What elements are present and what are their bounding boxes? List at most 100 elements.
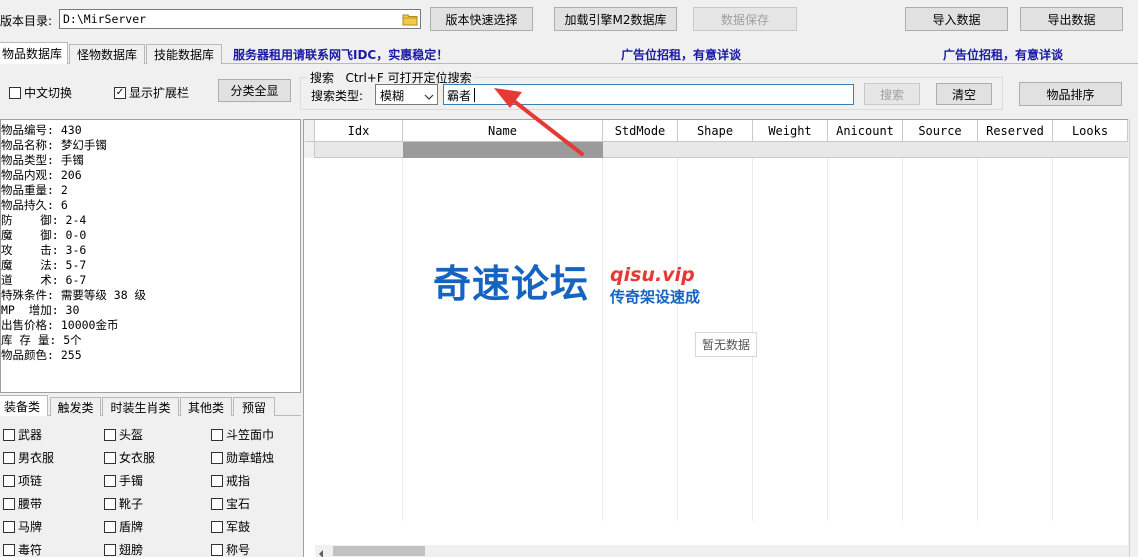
checkbox-box <box>3 451 15 464</box>
checkbox-box <box>3 428 15 441</box>
category-checkbox[interactable]: 女衣服 <box>104 449 155 466</box>
category-checkbox[interactable]: 男衣服 <box>3 449 54 466</box>
category-checkbox[interactable]: 项链 <box>3 472 42 489</box>
column-header-anicount[interactable]: Anicount <box>828 120 903 142</box>
item-sort-button[interactable]: 物品排序 <box>1019 82 1122 106</box>
text-caret <box>474 88 475 102</box>
checkbox-box <box>3 543 15 556</box>
info-line: 防 御: 2-4 <box>1 213 87 227</box>
column-header-source[interactable]: Source <box>903 120 978 142</box>
export-data-button[interactable]: 导出数据 <box>1020 7 1123 31</box>
tab-other[interactable]: 其他类 <box>180 397 232 416</box>
column-header-weight[interactable]: Weight <box>753 120 828 142</box>
category-label: 斗笠面巾 <box>226 428 275 442</box>
category-checkbox[interactable]: 斗笠面巾 <box>211 426 274 443</box>
column-header-looks[interactable]: Looks <box>1053 120 1128 142</box>
column-separator <box>827 158 828 521</box>
category-checkbox[interactable]: 头盔 <box>104 426 143 443</box>
chinese-switch-checkbox[interactable]: 中文切换 <box>9 84 72 101</box>
category-checkbox[interactable]: 翅膀 <box>104 541 143 557</box>
info-line: 物品类型: 手镯 <box>1 153 84 167</box>
info-line: 道 术: 6-7 <box>1 273 87 287</box>
annotation-arrow-icon <box>494 88 584 156</box>
column-header-idx[interactable]: Idx <box>315 120 403 142</box>
folder-icon[interactable] <box>402 12 418 26</box>
checkbox-box <box>211 543 223 556</box>
category-checkbox[interactable]: 毒符 <box>3 541 42 557</box>
column-separator <box>677 158 678 521</box>
ad-text-2: 广告位招租，有意详谈 <box>621 48 742 62</box>
tab-monster-db[interactable]: 怪物数据库 <box>69 44 145 64</box>
horizontal-scrollbar[interactable] <box>315 545 1128 557</box>
category-checkbox[interactable]: 宝石 <box>211 495 250 512</box>
dir-input-value: D:\MirServer <box>63 12 147 26</box>
category-checkbox[interactable]: 盾牌 <box>104 518 143 535</box>
checkbox-box <box>3 520 15 533</box>
column-header-stdmode[interactable]: StdMode <box>603 120 678 142</box>
checkbox-box <box>104 520 116 533</box>
category-all-button[interactable]: 分类全显 <box>218 79 291 102</box>
tab-trigger[interactable]: 触发类 <box>50 397 101 416</box>
category-label: 盾牌 <box>119 520 144 534</box>
search-input-value: 霸者 <box>447 89 472 103</box>
category-label: 女衣服 <box>119 451 156 465</box>
info-line: 攻 击: 3-6 <box>1 243 87 257</box>
check-icon: ✓ <box>114 86 126 99</box>
watermark-domain: qisu.vip <box>610 264 695 286</box>
category-checkbox[interactable]: 戒指 <box>211 472 250 489</box>
import-data-button[interactable]: 导入数据 <box>905 7 1008 31</box>
checkbox-box <box>104 451 116 464</box>
load-db-button[interactable]: 加载引擎M2数据库 <box>554 7 677 31</box>
grid-empty-text: 暂无数据 <box>695 332 758 357</box>
show-ext-checkbox[interactable]: ✓ 显示扩展栏 <box>114 84 189 101</box>
save-data-button[interactable]: 数据保存 <box>693 7 797 31</box>
category-checkbox[interactable]: 腰带 <box>3 495 42 512</box>
info-line: 物品编号: 430 <box>1 123 82 137</box>
category-label: 手镯 <box>119 474 144 488</box>
tab-fashion-zodiac[interactable]: 时装生肖类 <box>102 397 179 416</box>
info-line: 魔 法: 5-7 <box>1 258 87 272</box>
scrollbar-thumb[interactable] <box>333 546 425 556</box>
category-checkbox[interactable]: 军鼓 <box>211 518 250 535</box>
tab-item-db[interactable]: 物品数据库 <box>0 42 68 64</box>
checkbox-box <box>3 474 15 487</box>
category-label: 戒指 <box>226 474 251 488</box>
category-label: 翅膀 <box>119 543 144 557</box>
category-label: 靴子 <box>119 497 144 511</box>
category-checkbox[interactable]: 武器 <box>3 426 42 443</box>
column-separator <box>402 158 403 521</box>
category-checkbox[interactable]: 靴子 <box>104 495 143 512</box>
category-checkbox[interactable]: 称号 <box>211 541 250 557</box>
clear-button[interactable]: 清空 <box>936 83 992 105</box>
checkbox-box <box>104 428 116 441</box>
category-label: 武器 <box>18 428 43 442</box>
category-label: 头盔 <box>119 428 144 442</box>
checkbox-box <box>3 497 15 510</box>
chevron-down-icon <box>424 90 434 104</box>
info-line: 出售价格: 10000金币 <box>1 318 119 332</box>
info-line: MP 增加: 30 <box>1 303 80 317</box>
ad-text-1: 服务器租用请联系网飞IDC，实惠稳定！ <box>233 48 449 62</box>
quick-select-button[interactable]: 版本快速选择 <box>430 7 533 31</box>
search-type-select[interactable]: 模糊 <box>375 84 438 105</box>
dir-input[interactable]: D:\MirServer <box>59 9 421 29</box>
search-button[interactable]: 搜索 <box>864 83 920 105</box>
info-line: 库 存 量: 5个 <box>1 333 82 347</box>
checkbox-box <box>211 474 223 487</box>
info-line: 魔 御: 0-0 <box>1 228 87 242</box>
category-checkbox[interactable]: 马牌 <box>3 518 42 535</box>
column-header-shape[interactable]: Shape <box>678 120 753 142</box>
tab-equipment[interactable]: 装备类 <box>0 395 48 416</box>
tab-reserved[interactable]: 预留 <box>233 397 275 416</box>
checkbox-box <box>104 543 116 556</box>
column-header-reserved[interactable]: Reserved <box>978 120 1053 142</box>
checkbox-box <box>211 497 223 510</box>
checkbox-box <box>211 428 223 441</box>
tab-skill-db[interactable]: 技能数据库 <box>146 44 222 64</box>
category-checkbox[interactable]: 手镯 <box>104 472 143 489</box>
category-checkbox[interactable]: 勋章蜡烛 <box>211 449 274 466</box>
column-separator <box>602 158 603 521</box>
scroll-left-icon[interactable] <box>317 547 325 557</box>
category-label: 军鼓 <box>226 520 251 534</box>
category-label: 项链 <box>18 474 43 488</box>
